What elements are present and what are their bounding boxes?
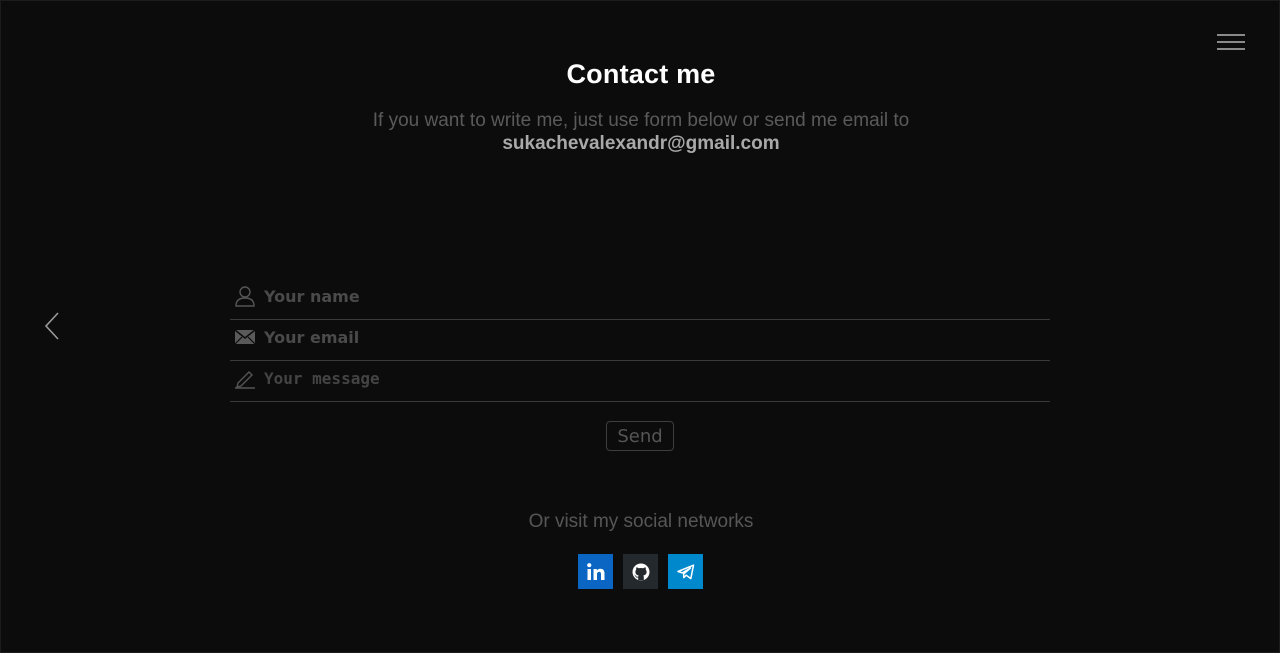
user-icon — [235, 286, 255, 307]
email-field-row — [230, 320, 1050, 361]
pencil-icon — [235, 371, 255, 389]
github-link[interactable] — [623, 554, 658, 589]
page-title: Contact me — [566, 59, 716, 89]
chevron-left-icon — [44, 312, 59, 340]
telegram-icon — [676, 563, 694, 579]
contact-form — [230, 279, 1050, 402]
envelope-icon — [234, 329, 256, 345]
menu-bar — [1217, 41, 1245, 43]
social-networks-text: Or visit my social networks — [528, 511, 754, 532]
message-field-row — [230, 361, 1050, 402]
linkedin-link[interactable] — [578, 554, 613, 589]
email-input[interactable] — [264, 326, 1024, 348]
name-field-row — [230, 279, 1050, 320]
telegram-link[interactable] — [668, 554, 703, 589]
contact-page: Contact me If you want to write me, just… — [0, 0, 1280, 653]
social-links — [578, 554, 703, 589]
menu-bar — [1217, 34, 1245, 36]
message-input[interactable] — [264, 367, 1024, 389]
github-icon — [632, 563, 649, 580]
hamburger-menu-button[interactable] — [1217, 33, 1247, 53]
linkedin-icon — [586, 562, 604, 580]
page-subtitle: If you want to write me, just use form b… — [372, 110, 910, 131]
email-link[interactable]: sukachevalexandr@gmail.com — [1, 132, 1280, 156]
send-button[interactable]: Send — [606, 421, 674, 451]
previous-page-button[interactable] — [41, 309, 65, 343]
name-input[interactable] — [264, 285, 1024, 307]
menu-bar — [1217, 48, 1245, 50]
